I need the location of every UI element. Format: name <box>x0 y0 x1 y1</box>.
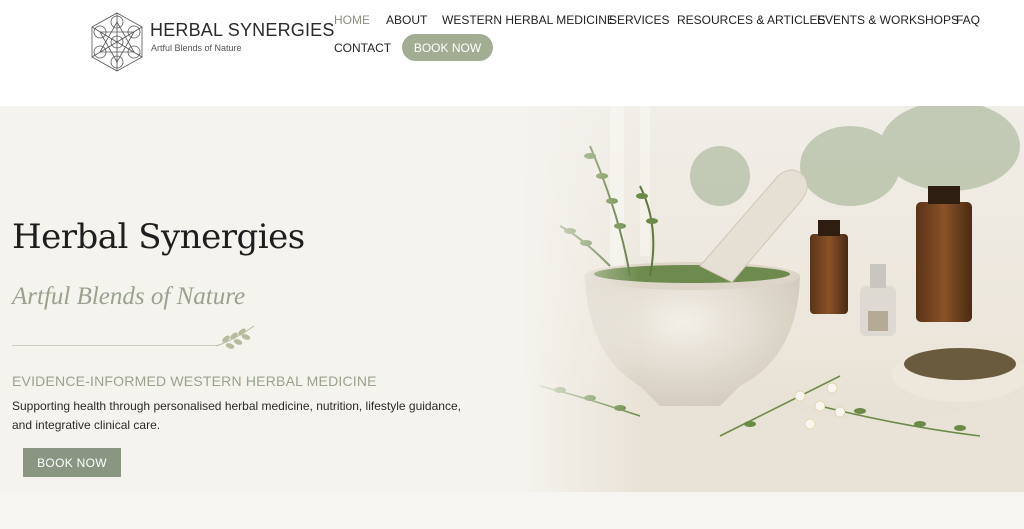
hero-kicker: EVIDENCE-INFORMED WESTERN HERBAL MEDICIN… <box>12 373 377 389</box>
below-hero-area <box>0 492 1024 529</box>
nav-contact[interactable]: CONTACT <box>334 41 391 55</box>
nav-resources-articles[interactable]: RESOURCES & ARTICLES <box>677 13 826 27</box>
metatron-cube-logo-icon <box>91 12 143 72</box>
hero-title: Herbal Synergies <box>12 217 305 257</box>
hero-image-fade <box>520 106 640 492</box>
nav-faq[interactable]: FAQ <box>956 13 980 27</box>
nav-services[interactable]: SERVICES <box>609 13 669 27</box>
nav-about[interactable]: ABOUT <box>386 13 427 27</box>
nav-book-now-button[interactable]: BOOK NOW <box>402 34 493 61</box>
nav-home[interactable]: HOME <box>334 13 370 27</box>
nav-events-workshops[interactable]: EVENTS & WORKSHOPS <box>817 13 959 27</box>
hero-divider <box>12 345 218 346</box>
brand-tagline: Artful Blends of Nature <box>151 43 242 53</box>
nav-western-herbal-medicine[interactable]: WESTERN HERBAL MEDICINE <box>442 13 615 27</box>
leaf-sprig-icon <box>215 325 255 349</box>
hero-subtitle: Artful Blends of Nature <box>12 283 246 310</box>
site-header: HERBAL SYNERGIES Artful Blends of Nature… <box>0 0 1024 106</box>
hero-description: Supporting health through personalised h… <box>12 399 461 432</box>
hero-book-now-button[interactable]: BOOK NOW <box>23 448 121 477</box>
brand-name: HERBAL SYNERGIES <box>150 20 335 40</box>
